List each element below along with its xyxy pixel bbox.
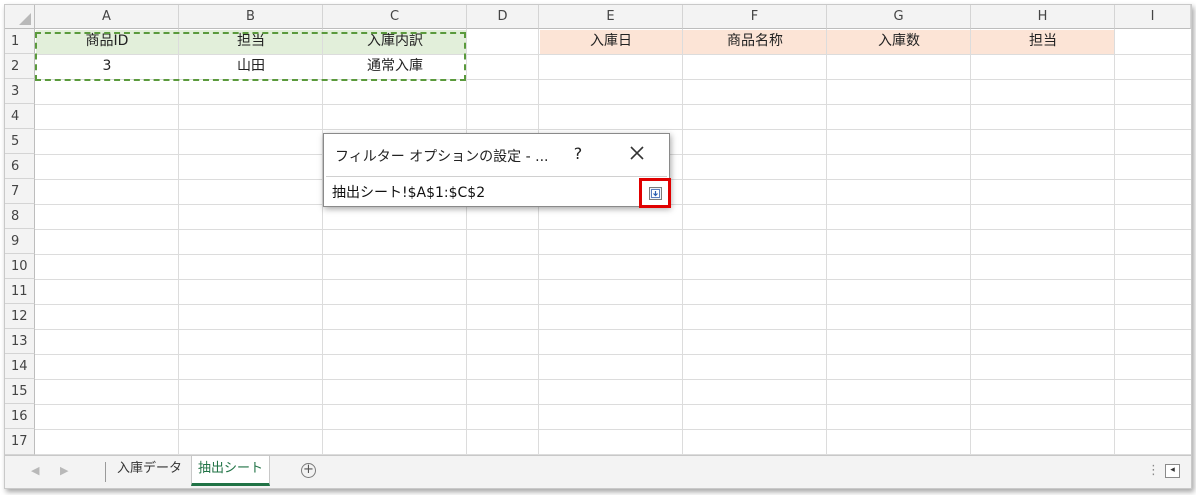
row-header-11[interactable]: 11	[5, 279, 35, 304]
row-header-12[interactable]: 12	[5, 304, 35, 329]
cell-g1[interactable]: 入庫数	[827, 29, 971, 54]
copy-range-marquee	[35, 32, 466, 81]
dialog-title: フィルター オプションの設定 - ...	[335, 149, 549, 165]
row-header-14[interactable]: 14	[5, 354, 35, 379]
column-header-d[interactable]: D	[467, 5, 539, 29]
column-header-c[interactable]: C	[323, 5, 467, 29]
tab-separator	[105, 462, 106, 482]
filter-options-dialog[interactable]: フィルター オプションの設定 - ... ? 抽出シート!$A$1:$C$2	[323, 133, 671, 208]
column-header-f[interactable]: F	[683, 5, 827, 29]
sheet-tab-nyuko-data[interactable]: 入庫データ	[111, 456, 188, 484]
tab-scroll-prev-icon[interactable]: ◀	[31, 464, 39, 477]
row-header-8[interactable]: 8	[5, 204, 35, 229]
row-header-13[interactable]: 13	[5, 329, 35, 354]
range-reference-value: 抽出シート!$A$1:$C$2	[332, 185, 486, 201]
row-header-7[interactable]: 7	[5, 179, 35, 204]
collapse-button-highlight	[639, 178, 671, 208]
more-options-icon[interactable]: ⋮	[1147, 463, 1160, 478]
row-header-10[interactable]: 10	[5, 254, 35, 279]
cell-h1[interactable]: 担当	[971, 29, 1115, 54]
cell-e1[interactable]: 入庫日	[539, 29, 683, 54]
column-header-i[interactable]: I	[1115, 5, 1191, 29]
help-button[interactable]: ?	[570, 144, 586, 163]
row-header-4[interactable]: 4	[5, 104, 35, 129]
spreadsheet-grid[interactable]: A B C D E F G H I 1 2 3 4 5 6 7 8 9 10 1…	[5, 5, 1191, 455]
row-header-17[interactable]: 17	[5, 429, 35, 455]
row-header-15[interactable]: 15	[5, 379, 35, 404]
close-icon[interactable]	[626, 142, 648, 164]
excel-window: A B C D E F G H I 1 2 3 4 5 6 7 8 9 10 1…	[4, 4, 1192, 489]
row-header-16[interactable]: 16	[5, 404, 35, 429]
sheet-tab-chushutsu[interactable]: 抽出シート	[191, 456, 271, 486]
column-header-g[interactable]: G	[827, 5, 971, 29]
range-reference-input[interactable]: 抽出シート!$A$1:$C$2	[326, 176, 671, 208]
row-header-2[interactable]: 2	[5, 54, 35, 79]
row-header-5[interactable]: 5	[5, 129, 35, 154]
column-header-a[interactable]: A	[35, 5, 179, 29]
sheet-tab-bar: ◀ ▶ 入庫データ 抽出シート + ⋮ ◂	[5, 455, 1191, 488]
scroll-left-icon[interactable]: ◂	[1165, 464, 1180, 478]
column-header-h[interactable]: H	[971, 5, 1115, 29]
column-header-b[interactable]: B	[179, 5, 323, 29]
column-header-e[interactable]: E	[539, 5, 683, 29]
row-header-1[interactable]: 1	[5, 29, 35, 54]
select-all-corner[interactable]	[5, 5, 35, 29]
add-sheet-icon[interactable]: +	[301, 463, 316, 478]
collapse-dialog-icon[interactable]	[649, 187, 662, 200]
tab-scroll-next-icon[interactable]: ▶	[60, 464, 68, 477]
row-header-9[interactable]: 9	[5, 229, 35, 254]
row-header-6[interactable]: 6	[5, 154, 35, 179]
row-header-3[interactable]: 3	[5, 79, 35, 104]
cell-f1[interactable]: 商品名称	[683, 29, 827, 54]
